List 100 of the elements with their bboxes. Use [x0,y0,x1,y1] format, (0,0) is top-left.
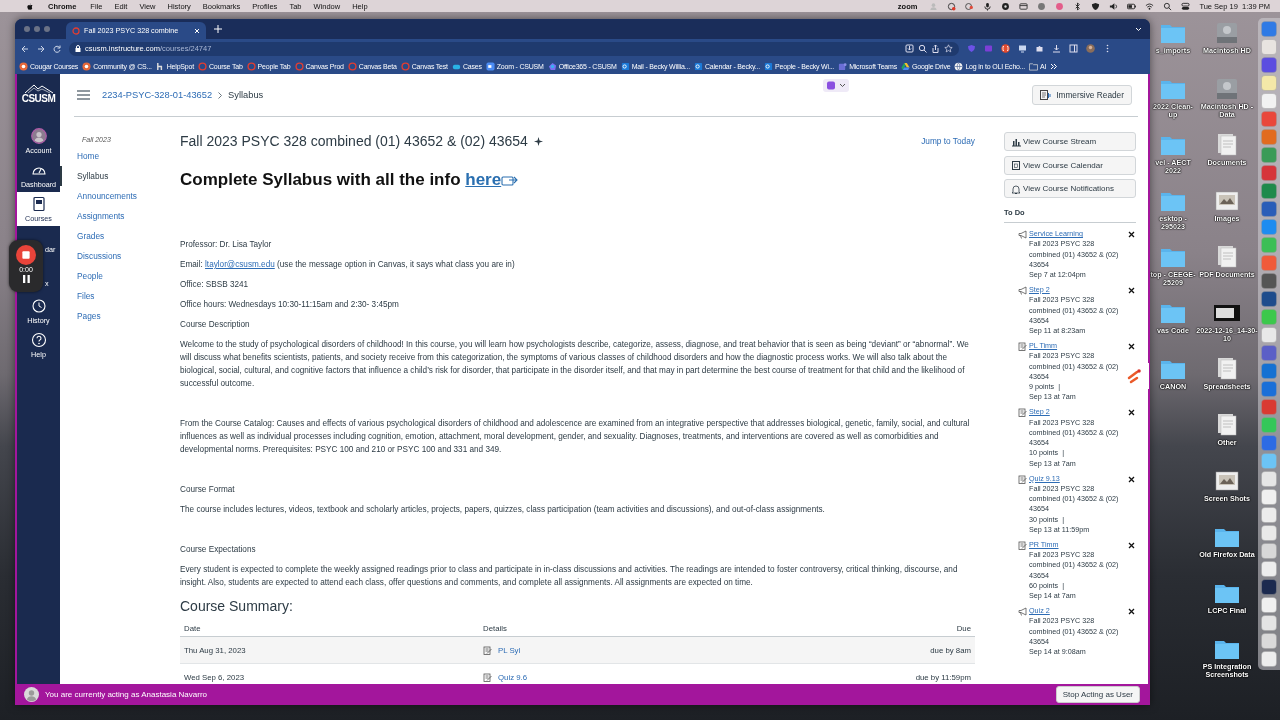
new-tab-icon[interactable] [214,25,222,33]
camera-icon[interactable] [965,1,975,11]
course-nav-link[interactable]: Announcements [58,186,137,206]
window-icon[interactable] [1019,1,1029,11]
dock-app-icon[interactable] [1261,381,1277,397]
dock-app-icon[interactable] [1261,507,1277,523]
shield-icon[interactable] [1091,1,1101,11]
bluetooth-icon[interactable] [1073,1,1083,11]
microphone-icon[interactable] [983,1,993,11]
puzzle-icon[interactable] [1035,44,1044,53]
monitor-icon[interactable] [1018,44,1027,53]
course-nav-link[interactable]: Discussions [58,246,122,266]
syllabus-paragraph: Every student is expected to complete the weekly assigned readings prior to class and participate in in-class discussions and activities. The readings are intended to foster controversy, critical thinking, discourse, and insight. Also, students are expected to attend each class, offer questions and comments, and complete all assignments. All assignments are expected on time. [180,564,959,589]
syllabus-paragraph: From the Course Catalog: Causes and effects of various psychological disorders of childhood and adolescence are examined from an integrative perspective that addresses biological, genetic, family, social, and cultural influences as well as individual processes including cognition, emotion, attachment, moral development, gender, and sexuality. Diagnoses, treatments, and interventions are covered as well as comorbidities and developmental norms. Prerequisites: PSYC 100 and 210 or PSYC 100 and 331 and 349. [180,418,971,456]
share-icon[interactable] [931,44,940,53]
square-brackets-icon[interactable] [1001,44,1010,53]
book-icon [30,196,47,212]
stop-record-icon[interactable] [16,245,36,265]
dock-app-icon[interactable] [1261,57,1277,73]
dock-app-icon[interactable] [1261,21,1277,37]
dock-app-icon[interactable] [1261,525,1277,541]
jump-to-today-link[interactable]: Jump to Today [921,136,975,146]
stop-acting-button[interactable]: Stop Acting as User [1055,686,1140,703]
reader-icon [1040,90,1052,100]
control-center-icon[interactable] [1181,1,1191,11]
close-icon[interactable] [1128,608,1135,616]
sidebar-button[interactable]: View Course Calendar [1004,155,1136,175]
forward-icon[interactable] [37,44,45,53]
sidebar-button[interactable]: View Course Notifications [1004,179,1136,198]
camera-icon[interactable] [947,1,957,11]
assignment-icon [483,645,492,655]
course-nav-link[interactable]: Syllabus [60,166,109,186]
pause-icon[interactable] [22,275,30,283]
dock-app-icon[interactable] [1261,543,1277,559]
extension-dropdown-icon[interactable] [823,79,849,92]
close-icon[interactable] [1128,287,1135,294]
dock-app-icon[interactable] [1261,561,1277,577]
course-nav-link[interactable]: Assignments [58,206,125,226]
dock-app-icon[interactable] [1261,291,1277,307]
chevron-down-icon[interactable] [1135,26,1142,32]
window-zoom-icon[interactable] [44,26,50,32]
course-nav-link[interactable]: People [58,266,103,286]
close-icon[interactable] [1128,342,1135,350]
syllabus-paragraph: The course includes lectures, videos, textbook and scholarly articles, projects, papers, quizzes, class participation (team activities and discussions), and out-of-class assignments. [180,504,826,516]
close-icon[interactable] [1128,409,1135,417]
csusm-logo[interactable]: CSUSM [17,80,60,124]
dock-app-icon[interactable] [1261,201,1277,217]
more-bookmarks-icon[interactable] [1050,62,1058,70]
back-icon[interactable] [21,44,29,53]
dock-app-icon[interactable] [1261,165,1277,181]
course-nav-link[interactable]: Home [58,146,100,166]
close-icon[interactable] [1128,475,1135,483]
dock-app-icon[interactable] [1261,93,1277,109]
window-close-icon[interactable] [24,26,30,32]
course-nav-link[interactable]: Pages [58,306,101,326]
install-icon[interactable] [905,44,914,53]
wifi-icon[interactable] [1145,1,1155,11]
close-icon[interactable] [1128,541,1135,549]
assignment-icon [1018,408,1027,418]
course-nav-link[interactable]: Files [58,286,95,306]
hard-drive-icon [1214,20,1240,46]
assignment-icon [1018,341,1027,351]
here-link[interactable]: here [465,170,502,189]
immersive-reader-button[interactable]: Immersive Reader [1032,85,1132,105]
dock-app-icon[interactable] [1261,489,1277,505]
megaphone-icon [1018,230,1027,239]
avatar-icon[interactable] [1086,44,1095,53]
battery-icon[interactable] [1127,1,1137,11]
dock-app-icon[interactable] [1261,579,1277,595]
dock-app-icon[interactable] [1261,615,1277,631]
dock-app-icon[interactable] [1261,327,1277,343]
dock-app-icon[interactable] [1261,183,1277,199]
sidebar-button[interactable]: View Course Stream [1004,132,1136,151]
dock-app-icon[interactable] [1261,471,1277,487]
menu-icon[interactable] [77,90,90,100]
side-panel-icon[interactable] [1069,44,1078,53]
dock-app-icon[interactable] [1261,651,1277,667]
download-icon[interactable] [1052,44,1061,53]
speaker-icon[interactable] [1109,1,1119,11]
breadcrumb-link[interactable]: 2234-PSYC-328-01-43652 [102,90,213,100]
window-minimize-icon[interactable] [34,26,40,32]
syllabus-headline: Complete Syllabus with all the info here [180,170,502,190]
reload-icon[interactable] [53,44,61,53]
dock-app-icon[interactable] [1261,273,1277,289]
dock-app-icon[interactable] [1261,363,1277,379]
dock-app-icon[interactable] [1261,633,1277,649]
dock-app-icon[interactable] [1261,345,1277,361]
avatar-icon [24,687,39,702]
gear-icon[interactable] [1001,1,1011,11]
zoom-magnifier-icon[interactable] [918,44,927,53]
dock-app-icon[interactable] [1261,111,1277,127]
syllabus-text: Course Expectations [180,544,257,556]
external-link-icon[interactable] [501,174,519,186]
email-link[interactable]: ltaylor@csusm.edu [205,260,275,269]
close-icon[interactable] [1128,231,1135,238]
star-icon[interactable] [944,44,953,53]
course-nav-link[interactable]: Grades [58,226,105,246]
search-icon[interactable] [1163,1,1173,11]
dock-app-icon[interactable] [1261,597,1277,613]
circle-icon[interactable] [1055,1,1065,11]
